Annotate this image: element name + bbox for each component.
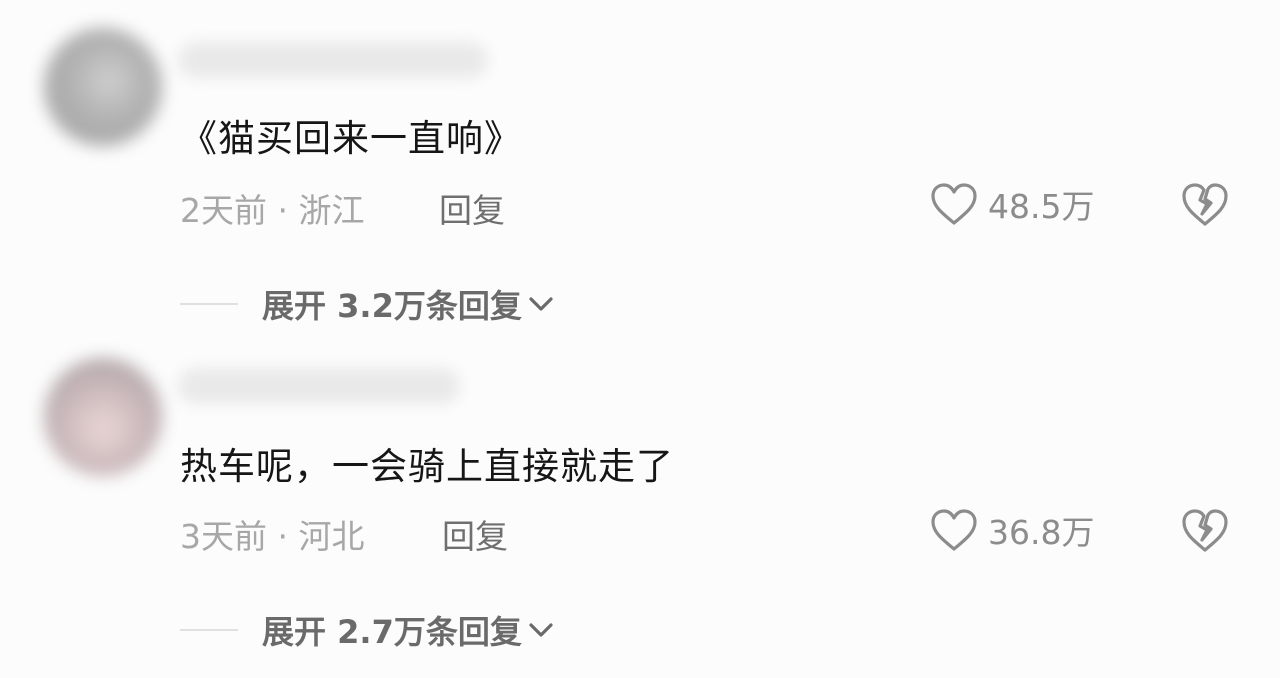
username-blurred[interactable] [178, 42, 488, 78]
expand-replies-button[interactable]: 展开 2.7万条回复 [180, 608, 556, 652]
username-blurred[interactable] [178, 368, 460, 404]
like-count: 48.5万 [988, 187, 1095, 226]
divider [180, 303, 238, 305]
reply-button[interactable]: 回复 [442, 510, 508, 558]
expand-replies-label: 展开 3.2万条回复 [262, 287, 522, 325]
reply-button[interactable]: 回复 [439, 184, 505, 232]
avatar[interactable] [44, 358, 162, 476]
comment-item: 《猫买回来一直响》 2天前 · 浙江 回复 48.5万 展开 3.2万条回复 [0, 0, 1280, 340]
divider [180, 629, 238, 631]
expand-replies-button[interactable]: 展开 3.2万条回复 [180, 282, 556, 326]
chevron-down-icon [529, 623, 553, 637]
comment-time-location: 2天前 · 浙江 [180, 191, 365, 230]
chevron-down-icon [529, 297, 553, 311]
like-button[interactable]: 36.8万 [930, 506, 1094, 554]
heart-outline-icon [931, 183, 977, 225]
like-button[interactable]: 48.5万 [930, 180, 1094, 228]
comment-text: 热车呢，一会骑上直接就走了 [180, 445, 674, 488]
like-count: 36.8万 [988, 513, 1095, 552]
comment-item: 热车呢，一会骑上直接就走了 3天前 · 河北 回复 36.8万 展开 2.7万条… [0, 340, 1280, 678]
comment-text: 《猫买回来一直响》 [180, 117, 522, 160]
avatar[interactable] [44, 28, 162, 146]
broken-heart-icon[interactable] [1181, 180, 1229, 228]
comment-time-location: 3天前 · 河北 [180, 517, 365, 556]
broken-heart-icon[interactable] [1181, 506, 1229, 554]
expand-replies-label: 展开 2.7万条回复 [262, 613, 522, 651]
heart-outline-icon [931, 509, 977, 551]
